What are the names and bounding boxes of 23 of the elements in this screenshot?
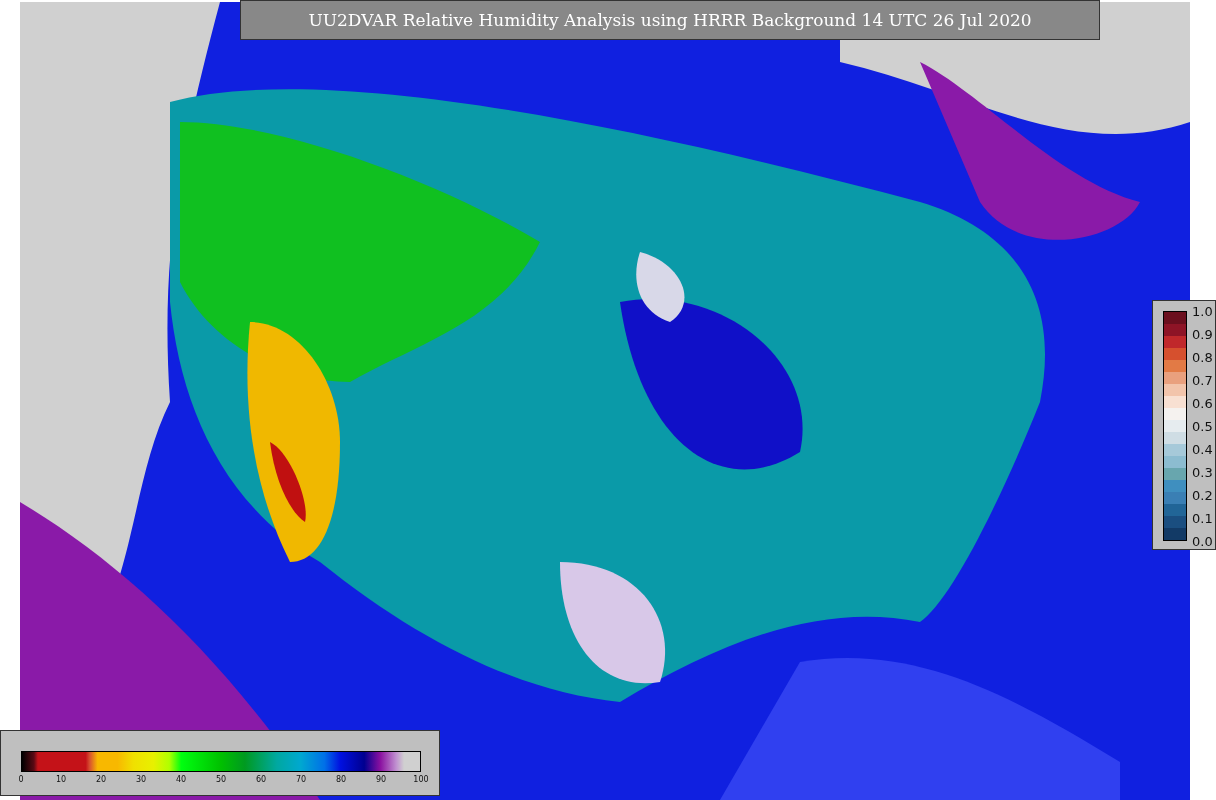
tick-label: 0.1 [1192,510,1213,526]
tick-label: 100 [413,775,429,784]
tick-label: 50 [215,775,227,784]
tick-label: 0.0 [1192,533,1213,549]
tick-label: 90 [375,775,387,784]
tick-label: 70 [295,775,307,784]
tick-label: 30 [135,775,147,784]
tick-label: 0.6 [1192,395,1213,411]
tick-label: 0.9 [1192,326,1213,342]
tick-label: 10 [55,775,67,784]
tick-label: 1.0 [1192,303,1213,319]
tick-label: 0.4 [1192,441,1213,457]
tick-label: 0.5 [1192,418,1213,434]
tick-label: 0 [18,775,24,784]
tick-label: 40 [175,775,187,784]
tick-label: 0.7 [1192,372,1213,388]
chart-title: UU2DVAR Relative Humidity Analysis using HRRR Background 14 UTC 26 Jul 2020 [240,0,1100,40]
tick-label: 0.2 [1192,487,1213,503]
tick-label: 0.8 [1192,349,1213,365]
tick-label: 80 [335,775,347,784]
tick-label: 0.3 [1192,464,1213,480]
tick-label: 60 [255,775,267,784]
tick-label: 20 [95,775,107,784]
